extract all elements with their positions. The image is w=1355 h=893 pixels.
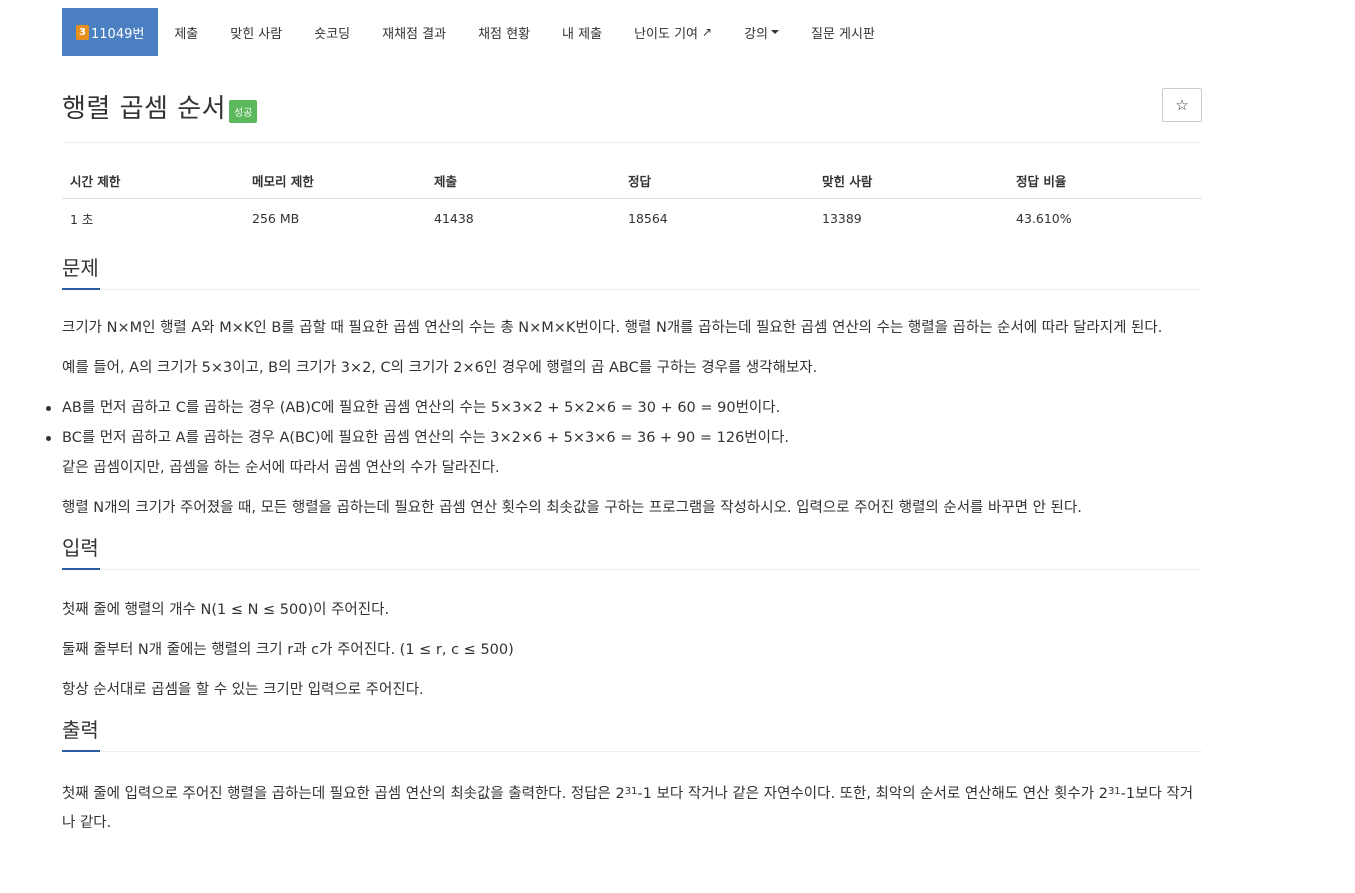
description-paragraph-1: 크기가 N×M인 행렬 A와 M×K인 B를 곱할 때 필요한 곱셈 연산의 수… bbox=[62, 320, 1163, 336]
header-accepted: 정답 bbox=[620, 165, 814, 199]
difficulty-label: 난이도 기여 bbox=[634, 26, 698, 42]
nav-status[interactable]: 채점 현황 bbox=[462, 8, 546, 56]
value-memory-limit: 256 MB bbox=[252, 211, 300, 226]
nav-rejudge-results[interactable]: 재채점 결과 bbox=[366, 8, 462, 56]
description-section: 문제 크기가 N×M인 행렬 A와 M×K인 B를 곱할 때 필요한 곱셈 연산… bbox=[46, 244, 1202, 518]
description-heading-bar: 문제 bbox=[62, 244, 1202, 290]
caret-down-icon bbox=[770, 30, 779, 34]
nav-lectures-dropdown[interactable]: 강의 bbox=[728, 8, 795, 56]
output-paragraph: 첫째 줄에 입력으로 주어진 행렬을 곱하는데 필요한 곱셈 연산의 최솟값을 … bbox=[62, 780, 1202, 838]
nav-solved-users[interactable]: 맞힌 사람 bbox=[214, 8, 298, 56]
lectures-label: 강의 bbox=[744, 26, 768, 42]
header-time-limit: 시간 제한 bbox=[62, 165, 244, 199]
input-heading: 입력 bbox=[62, 536, 99, 560]
nav-my-submissions[interactable]: 내 제출 bbox=[546, 8, 618, 56]
value-accuracy: 43.610% bbox=[1016, 211, 1072, 226]
nav-problem-number[interactable]: 3 11049번 bbox=[62, 8, 159, 56]
header-solved-users: 맞힌 사람 bbox=[814, 165, 1008, 199]
header-submissions: 제출 bbox=[426, 165, 620, 199]
heading-underline bbox=[62, 750, 100, 752]
header-accuracy: 정답 비율 bbox=[1008, 165, 1202, 199]
header-memory-limit: 메모리 제한 bbox=[244, 165, 426, 199]
exponent-1: 31 bbox=[624, 786, 638, 797]
status-badge: 성공 bbox=[229, 100, 258, 123]
problem-number-label: 11049번 bbox=[91, 26, 145, 42]
description-paragraph-4: 행렬 N개의 크기가 주어졌을 때, 모든 행렬을 곱하는데 필요한 곱셈 연산… bbox=[62, 500, 1082, 516]
value-accepted: 18564 bbox=[628, 211, 668, 226]
nav-difficulty-contribution[interactable]: 난이도 기여 ↗ bbox=[618, 8, 728, 56]
favorite-star-button[interactable]: ☆ bbox=[1162, 88, 1202, 122]
output-text-part-2: -1 보다 작거나 같은 자연수이다. 또한, 최악의 순서로 연산해도 연산 … bbox=[637, 786, 1108, 802]
description-paragraph-3: 같은 곱셈이지만, 곱셈을 하는 순서에 따라서 곱셈 연산의 수가 달라진다. bbox=[62, 460, 500, 476]
description-heading: 문제 bbox=[62, 256, 99, 280]
value-submissions: 41438 bbox=[434, 211, 474, 226]
list-item: AB를 먼저 곱하고 C를 곱하는 경우 (AB)C에 필요한 곱셈 연산의 수… bbox=[46, 398, 1202, 418]
input-heading-bar: 입력 bbox=[62, 524, 1202, 570]
value-time-limit: 1 초 bbox=[70, 212, 94, 227]
description-paragraph-2: 예를 들어, A의 크기가 5×3이고, B의 크기가 3×2, C의 크기가 … bbox=[62, 360, 818, 376]
problem-info-table: 시간 제한 메모리 제한 제출 정답 맞힌 사람 정답 비율 1 초 256 M… bbox=[62, 165, 1202, 234]
heading-underline bbox=[62, 568, 100, 570]
page-title: 행렬 곱셈 순서 bbox=[62, 94, 227, 124]
nav-submit[interactable]: 제출 bbox=[158, 8, 214, 56]
input-paragraph-2: 둘째 줄부터 N개 줄에는 행렬의 크기 r과 c가 주어진다. (1 ≤ r,… bbox=[62, 642, 514, 658]
tier-badge-icon: 3 bbox=[76, 24, 89, 40]
list-item: BC를 먼저 곱하고 A를 곱하는 경우 A(BC)에 필요한 곱셈 연산의 수… bbox=[46, 428, 1202, 448]
input-paragraph-1: 첫째 줄에 행렬의 개수 N(1 ≤ N ≤ 500)이 주어진다. bbox=[62, 602, 390, 618]
table-header-row: 시간 제한 메모리 제한 제출 정답 맞힌 사람 정답 비율 bbox=[62, 165, 1202, 199]
output-text-part-1: 첫째 줄에 입력으로 주어진 행렬을 곱하는데 필요한 곱셈 연산의 최솟값을 … bbox=[62, 786, 625, 802]
nav-question-board[interactable]: 질문 게시판 bbox=[795, 8, 891, 56]
output-heading: 출력 bbox=[62, 718, 99, 742]
nav-short-coding[interactable]: 숏코딩 bbox=[298, 8, 366, 56]
output-section: 출력 첫째 줄에 입력으로 주어진 행렬을 곱하는데 필요한 곱셈 연산의 최솟… bbox=[62, 706, 1202, 838]
input-section: 입력 첫째 줄에 행렬의 개수 N(1 ≤ N ≤ 500)이 주어진다. 둘째… bbox=[62, 524, 1202, 700]
page-container: 3 11049번 제출 맞힌 사람 숏코딩 재채점 결과 채점 현황 내 제출 … bbox=[46, 0, 1202, 838]
problem-nav: 3 11049번 제출 맞힌 사람 숏코딩 재채점 결과 채점 현황 내 제출 … bbox=[62, 8, 1202, 56]
table-row: 1 초 256 MB 41438 18564 13389 43.610% bbox=[62, 199, 1202, 235]
value-solved-users: 13389 bbox=[822, 211, 862, 226]
external-link-icon: ↗ bbox=[702, 25, 713, 39]
input-paragraph-3: 항상 순서대로 곱셈을 할 수 있는 크기만 입력으로 주어진다. bbox=[62, 682, 424, 698]
exponent-2: 31 bbox=[1107, 786, 1121, 797]
heading-underline bbox=[62, 288, 100, 290]
star-icon: ☆ bbox=[1175, 96, 1189, 114]
problem-header: 행렬 곱셈 순서 성공 ☆ bbox=[62, 56, 1202, 143]
description-bullet-list: AB를 먼저 곱하고 C를 곱하는 경우 (AB)C에 필요한 곱셈 연산의 수… bbox=[46, 398, 1202, 448]
output-heading-bar: 출력 bbox=[62, 706, 1202, 752]
